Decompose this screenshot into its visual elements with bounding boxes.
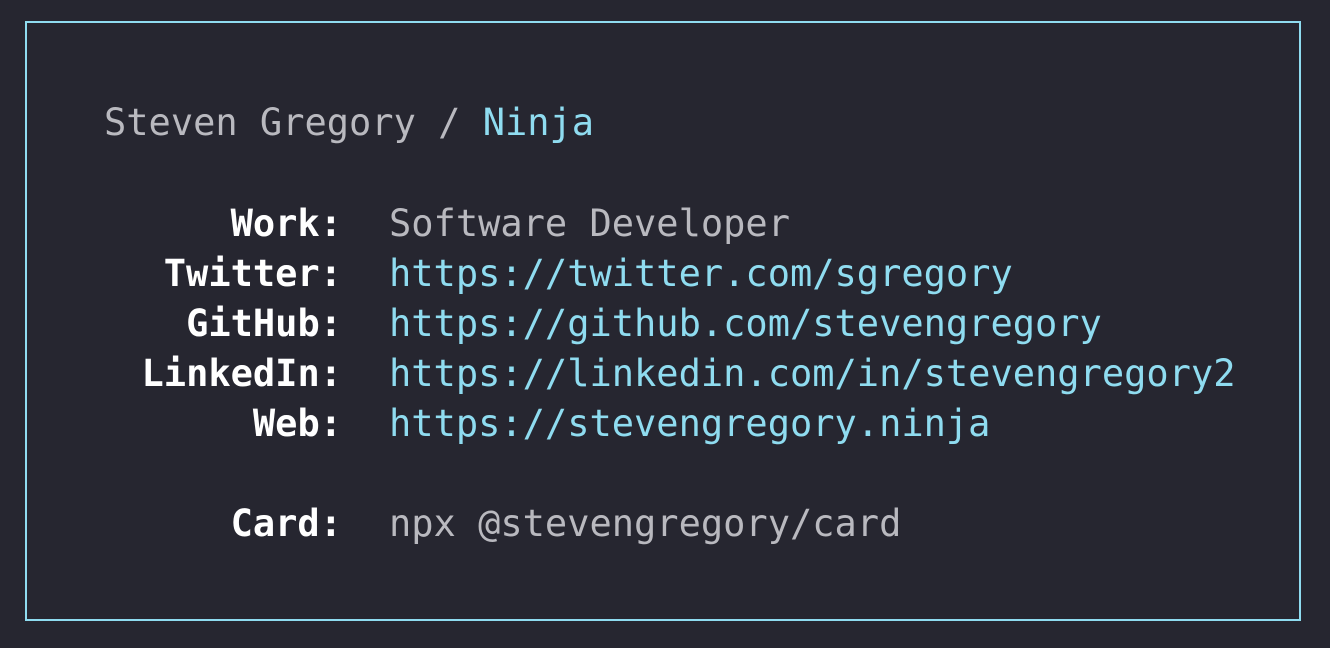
row-linkedin: LinkedIn: https://linkedin.com/in/steven… [27, 349, 1299, 399]
twitter-link[interactable]: https://twitter.com/sgregory [389, 249, 1013, 299]
header-separator: / [415, 101, 483, 144]
web-label: Web: [252, 402, 342, 445]
row-web: Web: https://stevengregory.ninja [27, 399, 1299, 449]
github-label: GitHub: [186, 302, 342, 345]
twitter-label: Twitter: [163, 252, 342, 295]
card-label: Card: [230, 502, 342, 545]
web-link[interactable]: https://stevengregory.ninja [389, 399, 990, 449]
business-card: Steven Gregory / Ninja Work: Software De… [25, 21, 1301, 621]
linkedin-link[interactable]: https://linkedin.com/in/stevengregory2 [389, 349, 1235, 399]
info-rows: Work: Software Developer Twitter: https:… [27, 199, 1299, 549]
header-handle: Ninja [482, 101, 595, 144]
row-card: Card: npx @stevengregory/card [27, 499, 1299, 549]
header-name: Steven Gregory [104, 101, 416, 144]
work-label: Work: [230, 202, 342, 245]
card-header: Steven Gregory / Ninja [104, 101, 594, 145]
row-work: Work: Software Developer [27, 199, 1299, 249]
card-command: npx @stevengregory/card [389, 502, 902, 545]
linkedin-label: LinkedIn: [141, 352, 342, 395]
github-link[interactable]: https://github.com/stevengregory [389, 299, 1102, 349]
row-github: GitHub: https://github.com/stevengregory [27, 299, 1299, 349]
work-value: Software Developer [389, 202, 790, 245]
row-twitter: Twitter: https://twitter.com/sgregory [27, 249, 1299, 299]
